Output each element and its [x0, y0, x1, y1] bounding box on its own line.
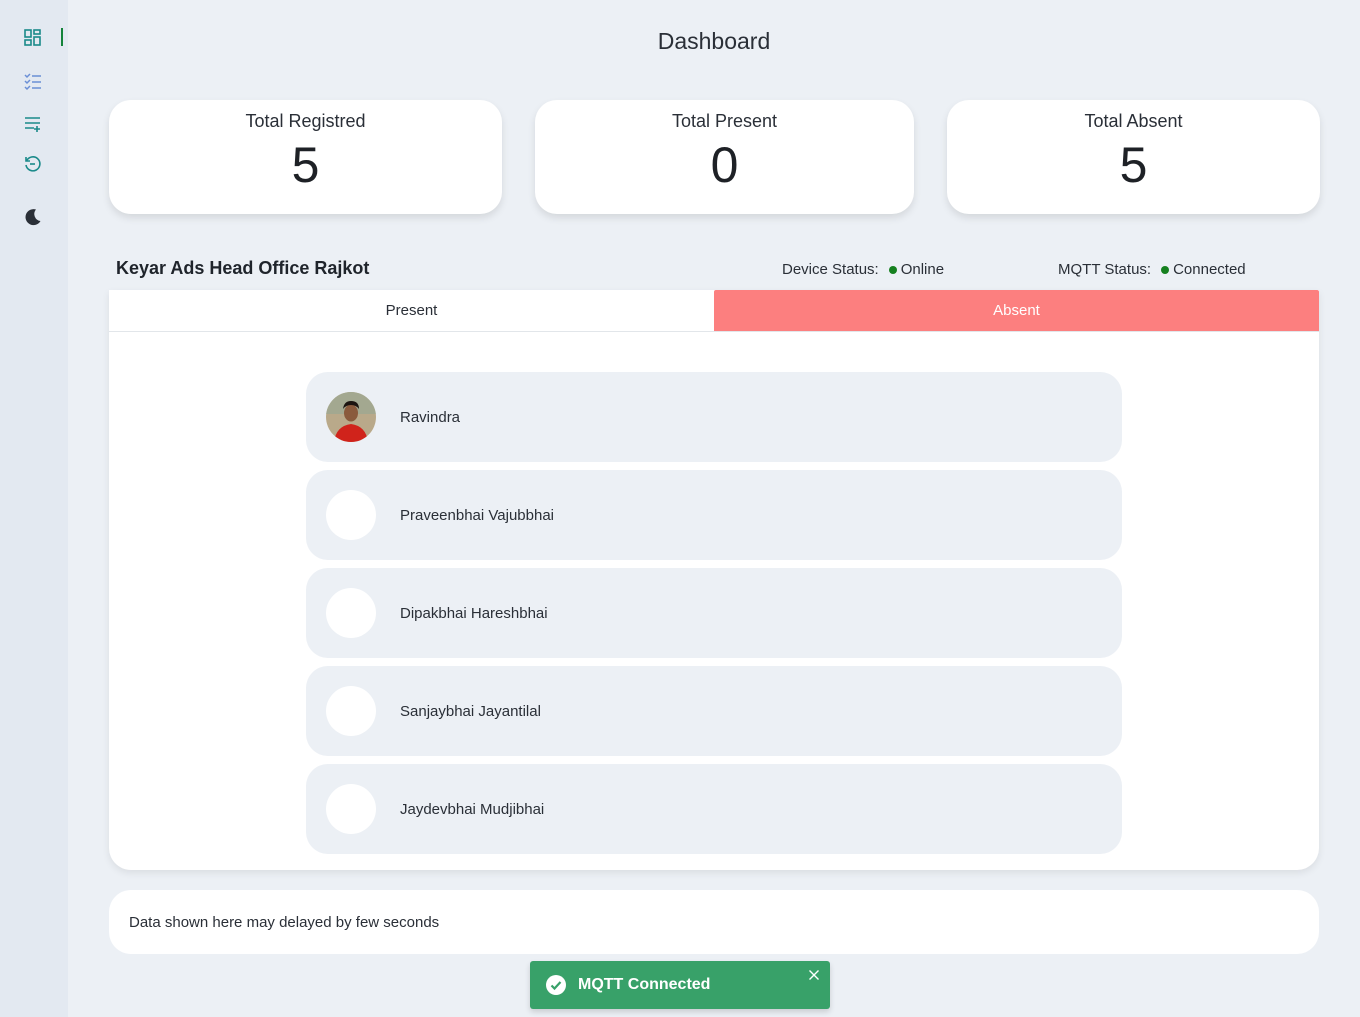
- device-status-label: Device Status:: [782, 261, 879, 278]
- stat-value: 0: [710, 137, 739, 193]
- toast-notification: MQTT Connected: [530, 961, 830, 1009]
- check-circle-icon: [546, 975, 566, 995]
- checklist-icon[interactable]: [22, 70, 44, 92]
- person-name: Ravindra: [400, 408, 461, 426]
- person-name: Praveenbhai Vajubbhai: [400, 506, 555, 524]
- avatar: [326, 686, 376, 736]
- attendance-tabs: Present Absent: [109, 290, 1319, 332]
- delay-note: Data shown here may delayed by few secon…: [109, 890, 1319, 954]
- stat-card-registered: Total Registred 5: [109, 100, 502, 214]
- dashboard-icon[interactable]: [22, 27, 44, 49]
- stat-card-absent: Total Absent 5: [947, 100, 1320, 214]
- person-name: Sanjaybhai Jayantilal: [400, 702, 541, 720]
- toast-text: MQTT Connected: [578, 976, 711, 993]
- list-item[interactable]: Sanjaybhai Jayantilal: [306, 666, 1122, 756]
- device-status: Device Status: Online: [782, 261, 944, 278]
- person-name: Jaydevbhai Mudjibhai: [400, 800, 545, 818]
- status-dot: [888, 265, 897, 274]
- office-header: Keyar Ads Head Office Rajkot Device Stat…: [116, 258, 1258, 282]
- page-title: Dashboard: [657, 28, 771, 54]
- list-item[interactable]: Ravindra: [306, 372, 1122, 462]
- history-icon[interactable]: [22, 153, 44, 175]
- stat-label: Total Present: [671, 111, 778, 131]
- list-item[interactable]: Jaydevbhai Mudjibhai: [306, 764, 1122, 854]
- tab-absent[interactable]: Absent: [714, 290, 1319, 331]
- close-icon[interactable]: [808, 969, 820, 981]
- stat-card-present: Total Present 0: [535, 100, 914, 214]
- mqtt-status-value: Connected: [1173, 261, 1246, 278]
- main-content: Dashboard Total Registred 5 Total Presen…: [68, 0, 1360, 1017]
- status-dot: [1161, 265, 1170, 274]
- device-status-value: Online: [900, 261, 945, 278]
- list-item[interactable]: Dipakbhai Hareshbhai: [306, 568, 1122, 658]
- list-item[interactable]: Praveenbhai Vajubbhai: [306, 470, 1122, 560]
- tab-present[interactable]: Present: [109, 290, 714, 331]
- avatar: [326, 784, 376, 834]
- stat-label: Total Absent: [1084, 111, 1183, 131]
- moon-icon[interactable]: [22, 206, 44, 228]
- avatar: [326, 392, 376, 442]
- add-list-icon[interactable]: [22, 113, 44, 135]
- attendance-panel: Present Absent Ravindra Praveenbhai Vaju…: [109, 290, 1319, 870]
- stat-value: 5: [291, 137, 320, 193]
- person-name: Dipakbhai Hareshbhai: [400, 604, 548, 622]
- avatar: [326, 490, 376, 540]
- mqtt-status: MQTT Status: Connected: [1058, 261, 1246, 278]
- mqtt-status-label: MQTT Status:: [1058, 261, 1152, 278]
- stat-label: Total Registred: [245, 111, 366, 131]
- stat-value: 5: [1119, 137, 1148, 193]
- sidebar: [0, 0, 68, 1017]
- people-list: Ravindra Praveenbhai Vajubbhai Dipakbhai…: [306, 372, 1122, 862]
- active-indicator: [61, 28, 63, 46]
- office-name: Keyar Ads Head Office Rajkot: [116, 258, 370, 278]
- avatar: [326, 588, 376, 638]
